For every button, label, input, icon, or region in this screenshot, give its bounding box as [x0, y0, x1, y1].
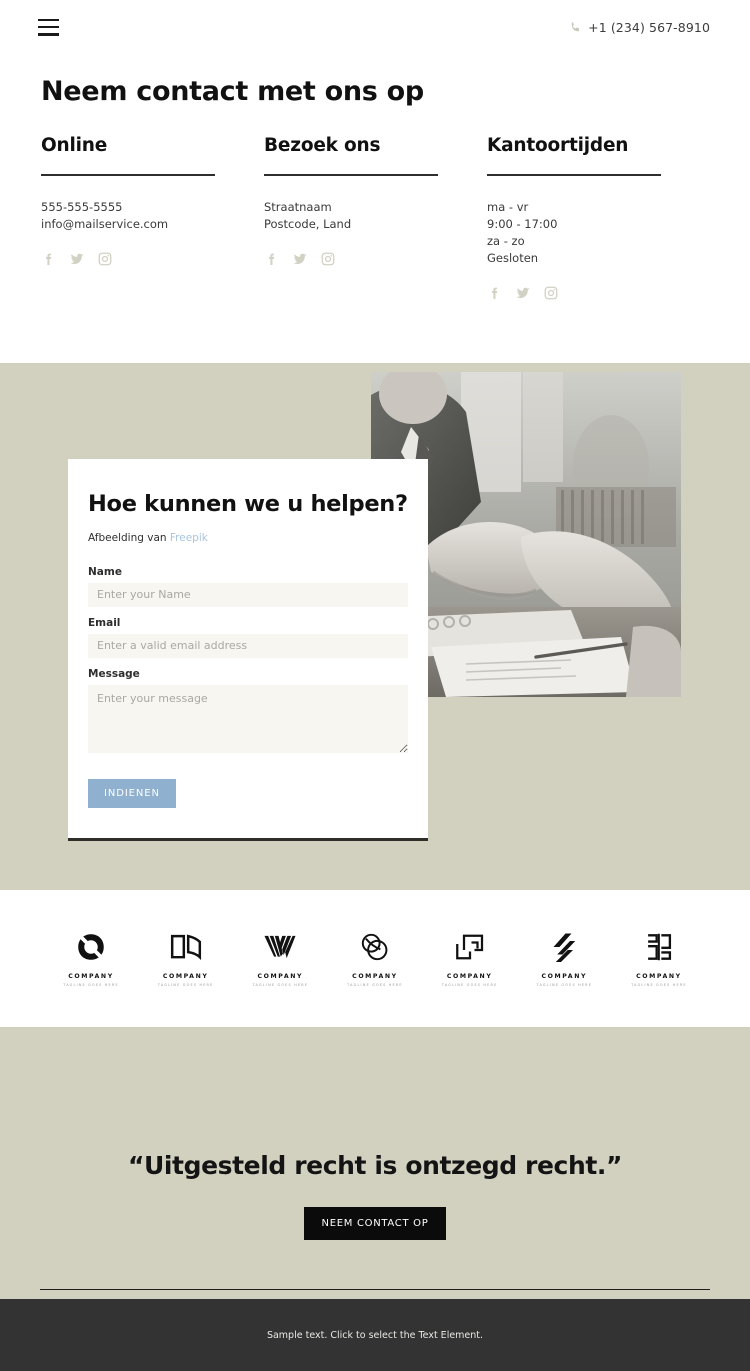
quote-section: “Uitgesteld recht is ontzegd recht.” NEE… — [0, 1027, 750, 1300]
contact-line: 9:00 - 17:00 — [487, 217, 558, 232]
social-links — [264, 251, 487, 267]
contact-column-hours: Kantoortijden ma - vr 9:00 - 17:00 za - … — [487, 135, 710, 301]
heading-divider — [264, 174, 438, 176]
contact-line: Postcode, Land — [264, 217, 352, 232]
message-label: Message — [88, 667, 140, 680]
column-heading: Online — [41, 135, 108, 156]
contact-line: za - zo — [487, 234, 525, 249]
social-links — [487, 285, 710, 301]
column-lines: ma - vr 9:00 - 17:00 za - zo Gesloten — [487, 199, 710, 267]
client-logo-strip: COMPANY TAGLINE GOES HERE COMPANY TAGLIN… — [0, 890, 750, 1028]
contact-line: ma - vr — [487, 200, 529, 214]
logo-name: COMPANY — [162, 973, 209, 981]
logo-name: COMPANY — [352, 973, 398, 981]
contact-line: Gesloten — [487, 251, 539, 266]
image-credit: Afbeelding van Freepik — [88, 532, 408, 544]
logo-tagline: TAGLINE GOES HERE — [252, 982, 309, 987]
hamburger-bar — [38, 25, 59, 29]
twitter-icon[interactable] — [69, 251, 85, 267]
freepik-link[interactable]: Freepik — [170, 532, 208, 544]
logo-name: COMPANY — [257, 973, 304, 981]
footer-text[interactable]: Sample text. Click to select the Text El… — [267, 1330, 483, 1341]
logo-tagline: TAGLINE GOES HERE — [536, 982, 593, 987]
form-title: Hoe kunnen we u helpen? — [88, 491, 408, 518]
logo-name: COMPANY — [68, 973, 114, 981]
twitter-icon[interactable] — [292, 251, 308, 267]
name-input[interactable] — [88, 582, 408, 607]
logo-item: COMPANY TAGLINE GOES HERE — [334, 930, 416, 987]
phone-number: +1 (234) 567-8910 — [588, 19, 710, 35]
logo-tagline: TAGLINE GOES HERE — [157, 982, 214, 987]
field-message: Message — [88, 668, 408, 757]
contact-column-visit: Bezoek ons Straatnaam Postcode, Land — [264, 135, 487, 301]
phone-icon — [571, 21, 580, 31]
logo-item: COMPANY TAGLINE GOES HERE — [239, 930, 321, 987]
field-email: Email — [88, 617, 408, 658]
hamburger-bar — [38, 32, 59, 36]
column-lines: 555-555-5555 info@mailservice.com — [41, 199, 264, 233]
social-links — [41, 251, 264, 267]
email-input[interactable] — [88, 633, 408, 658]
instagram-icon[interactable] — [543, 285, 559, 301]
logo-name: COMPANY — [636, 973, 682, 981]
footer: Sample text. Click to select the Text El… — [0, 1299, 750, 1371]
contact-form-card: Hoe kunnen we u helpen? Afbeelding van F… — [68, 459, 428, 841]
hamburger-icon[interactable] — [38, 18, 59, 36]
split-blocks-logo-icon — [645, 930, 673, 964]
email-label: Email — [88, 616, 121, 629]
facebook-icon[interactable] — [264, 251, 280, 267]
logo-item: COMPANY TAGLINE GOES HERE — [50, 930, 132, 987]
open-book-logo-icon — [170, 930, 202, 964]
contact-line: Straatnaam — [264, 200, 332, 214]
heading-divider — [41, 174, 215, 176]
contact-cta-button[interactable]: NEEM CONTACT OP — [303, 1207, 447, 1241]
logo-item: COMPANY TAGLINE GOES HERE — [523, 930, 605, 987]
heading-divider — [487, 174, 661, 176]
quote-cta-wrap: NEEM CONTACT OP — [40, 1207, 710, 1241]
logo-item: COMPANY TAGLINE GOES HERE — [145, 930, 227, 987]
contact-column-online: Online 555-555-5555 info@mailservice.com — [41, 135, 264, 301]
name-label: Name — [88, 565, 122, 578]
logo-tagline: TAGLINE GOES HERE — [441, 982, 498, 987]
column-lines: Straatnaam Postcode, Land — [264, 199, 487, 233]
overlapping-circles-logo-icon — [359, 930, 391, 964]
twitter-icon[interactable] — [515, 285, 531, 301]
field-name: Name — [88, 566, 408, 607]
phone-link[interactable]: +1 (234) 567-8910 — [569, 20, 710, 35]
logo-tagline: TAGLINE GOES HERE — [63, 982, 119, 987]
facebook-icon[interactable] — [487, 285, 503, 301]
contact-line: info@mailservice.com — [41, 217, 169, 232]
footer-divider — [40, 1288, 710, 1291]
diagonal-slashes-logo-icon — [550, 930, 578, 964]
quote-text: “Uitgesteld recht is ontzegd recht.” — [127, 1151, 623, 1181]
squares-arrow-logo-icon — [455, 930, 485, 964]
contact-columns: Online 555-555-5555 info@mailservice.com… — [0, 107, 750, 302]
circle-ring-logo-icon — [76, 930, 106, 964]
contact-form-section: Hoe kunnen we u helpen? Afbeelding van F… — [0, 363, 750, 891]
column-heading: Kantoortijden — [487, 135, 629, 156]
facebook-icon[interactable] — [41, 251, 57, 267]
v-stripes-logo-icon — [263, 930, 297, 964]
logo-name: COMPANY — [541, 973, 588, 981]
page-title: Neem contact met ons op — [41, 76, 424, 107]
logo-item: COMPANY TAGLINE GOES HERE — [429, 930, 511, 987]
logo-tagline: TAGLINE GOES HERE — [631, 982, 687, 987]
instagram-icon[interactable] — [97, 251, 113, 267]
image-credit-prefix: Afbeelding van — [88, 531, 170, 544]
logo-name: COMPANY — [446, 973, 493, 981]
contact-line: 555-555-5555 — [41, 200, 123, 214]
top-header-bar: +1 (234) 567-8910 — [0, 0, 750, 54]
instagram-icon[interactable] — [320, 251, 336, 267]
form-fields: Name Email Message INDIENEN — [88, 566, 408, 808]
logo-item: COMPANY TAGLINE GOES HERE — [618, 930, 700, 987]
column-heading: Bezoek ons — [264, 135, 381, 156]
hamburger-bar — [38, 18, 59, 22]
submit-button[interactable]: INDIENEN — [88, 778, 176, 808]
logo-tagline: TAGLINE GOES HERE — [347, 982, 403, 987]
message-textarea[interactable] — [88, 684, 408, 753]
